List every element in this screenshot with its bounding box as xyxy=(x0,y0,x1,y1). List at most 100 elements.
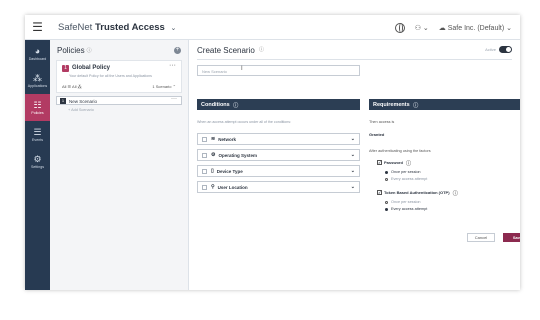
factors-label: After authenticating using the factors xyxy=(369,149,431,153)
option-label: Once per session xyxy=(391,200,421,204)
condition-device-type[interactable]: ▯ Device Type ⌄ xyxy=(197,165,360,177)
token-option-every[interactable]: Every access attempt xyxy=(385,207,427,211)
hamburger-icon[interactable]: ☰ xyxy=(25,15,50,40)
more-menu-icon[interactable]: ··· xyxy=(171,96,177,102)
chevron-down-icon[interactable]: ⌄ xyxy=(351,152,355,158)
policies-panel: Policies ⓘ + 1 Global Policy Your defaul… xyxy=(50,40,189,290)
conditions-header-text: Conditions xyxy=(201,102,230,108)
access-value[interactable]: Granted xyxy=(369,132,384,137)
factor-password[interactable]: ✓ Password ⓘ xyxy=(377,160,411,167)
global-policy-card[interactable]: 1 Global Policy Your default Policy for … xyxy=(56,60,182,93)
sidebar-item-applications[interactable]: ⁂ Applications xyxy=(25,67,50,94)
info-icon[interactable]: ⓘ xyxy=(87,47,92,54)
info-icon[interactable]: ⓘ xyxy=(413,103,418,109)
dashboard-icon: ◕ xyxy=(34,45,41,56)
password-option-once[interactable]: Once per session xyxy=(385,170,421,174)
access-label: Then access is xyxy=(369,120,395,124)
scenario-count-toggle[interactable]: 1 Scenario ⌃ xyxy=(152,84,176,89)
user-icon: ⚇ xyxy=(414,24,421,32)
active-switch[interactable]: Active xyxy=(485,46,512,53)
scenario-number-badge: 1 xyxy=(60,98,66,104)
product-switcher[interactable]: SafeNet Trusted Access ⌄ xyxy=(58,22,176,33)
checkbox[interactable] xyxy=(202,136,207,142)
radio-selected[interactable] xyxy=(385,170,388,174)
cloud-icon: ☁ xyxy=(438,24,446,32)
requirements-header-text: Requirements xyxy=(373,102,410,108)
conditions-description: When an access attempt occurs under all … xyxy=(197,120,292,124)
checkbox[interactable] xyxy=(202,152,207,158)
sidebar-item-settings[interactable]: ⚙ Settings xyxy=(25,148,50,175)
policy-number-badge: 1 xyxy=(62,65,69,72)
events-icon: ☰ xyxy=(33,126,42,137)
add-policy-button[interactable]: + xyxy=(174,46,181,54)
token-option-once[interactable]: Once per session xyxy=(385,200,421,204)
checkbox[interactable] xyxy=(202,168,207,174)
checkbox[interactable] xyxy=(202,184,207,190)
user-menu[interactable]: ⚇ ⌄ xyxy=(415,24,429,32)
policies-header: Policies ⓘ + xyxy=(50,40,188,60)
account-switcher[interactable]: ☁ Safe Inc. (Default) ⌄ xyxy=(439,24,512,32)
top-bar: ☰ SafeNet Trusted Access ⌄ ⚇ ⌄ ☁ Safe In… xyxy=(25,15,520,40)
chevron-down-icon: ⌄ xyxy=(506,24,512,32)
sidebar-item-label: Events xyxy=(32,137,43,142)
info-icon[interactable]: ⓘ xyxy=(233,103,238,109)
chevron-down-icon: ⌄ xyxy=(422,24,429,32)
page-title-text: Create Scenario xyxy=(197,46,255,55)
factor-token-otp[interactable]: ✓ Token Based Authentication (OTP) ⓘ xyxy=(377,190,458,197)
toggle-switch[interactable] xyxy=(499,46,512,53)
policy-filters[interactable]: All ☰ All ⁂ xyxy=(62,84,82,89)
condition-network[interactable]: ≋ Network ⌄ xyxy=(197,133,360,145)
brand-product: Trusted Access xyxy=(94,21,165,33)
wifi-icon: ≋ xyxy=(211,136,216,142)
condition-label: Device Type xyxy=(216,168,243,174)
location-pin-icon: ⚲ xyxy=(211,184,215,190)
brand-name: SafeNet xyxy=(58,21,93,33)
page-title: Create Scenario ⓘ xyxy=(197,46,264,55)
text-cursor-icon: I xyxy=(241,66,243,72)
sidebar-item-policies[interactable]: ☷ Policies xyxy=(25,94,50,121)
radio[interactable] xyxy=(385,200,388,204)
info-icon[interactable]: ⓘ xyxy=(406,161,411,167)
sidebar-item-events[interactable]: ☰ Events xyxy=(25,121,50,148)
radio-selected[interactable] xyxy=(385,207,388,211)
policy-description: Your default Policy for all the Users an… xyxy=(69,74,152,78)
option-label: Once per session xyxy=(391,170,421,174)
condition-label: Network xyxy=(218,136,236,142)
requirements-header: Requirements ⓘ xyxy=(369,99,520,110)
chevron-down-icon[interactable]: ⌄ xyxy=(351,136,355,142)
sidebar-item-label: Settings xyxy=(31,164,44,169)
save-button[interactable]: Save xyxy=(503,233,520,242)
scenario-title: New Scenario xyxy=(69,98,98,104)
factor-label: Token Based Authentication (OTP) xyxy=(384,190,450,195)
checkbox-checked[interactable]: ✓ xyxy=(377,160,382,166)
scenario-item-new[interactable]: 1 New Scenario ··· xyxy=(56,96,182,105)
condition-operating-system[interactable]: ⚙ Operating System ⌄ xyxy=(197,149,360,161)
scenario-name-input[interactable]: New Scenario xyxy=(197,65,360,76)
divider xyxy=(197,59,512,60)
info-icon[interactable]: ⓘ xyxy=(259,47,264,53)
more-menu-icon[interactable]: ··· xyxy=(169,62,176,69)
policy-title: Global Policy xyxy=(72,65,111,71)
option-label: Every access attempt xyxy=(391,177,428,181)
condition-label: Operating System xyxy=(218,152,257,158)
radio[interactable] xyxy=(385,177,388,181)
cancel-button[interactable]: Cancel xyxy=(467,233,495,242)
sidebar-item-label: Dashboard xyxy=(28,56,47,61)
sidebar: ◕ Dashboard ⁂ Applications ☷ Policies ☰ … xyxy=(25,40,50,290)
chevron-down-icon[interactable]: ⌄ xyxy=(351,184,355,190)
chevron-down-icon: ⌄ xyxy=(170,24,177,32)
info-icon[interactable]: ⓘ xyxy=(453,191,458,197)
condition-user-location[interactable]: ⚲ User Location ⌄ xyxy=(197,181,360,193)
chevron-down-icon[interactable]: ⌄ xyxy=(351,168,355,174)
settings-icon: ⚙ xyxy=(33,153,42,164)
add-scenario-link[interactable]: + Add Scenario xyxy=(68,108,188,112)
option-label: Every access attempt xyxy=(391,207,428,211)
top-right-tools: ⚇ ⌄ ☁ Safe Inc. (Default) ⌄ xyxy=(394,15,512,40)
checkbox-checked[interactable]: ✓ xyxy=(377,190,382,196)
conditions-header: Conditions ⓘ xyxy=(197,99,360,110)
active-label: Active xyxy=(485,47,496,52)
globe-icon[interactable] xyxy=(394,22,405,33)
sidebar-item-label: Policies xyxy=(31,110,44,115)
password-option-every[interactable]: Every access attempt xyxy=(385,177,427,181)
sidebar-item-dashboard[interactable]: ◕ Dashboard xyxy=(25,40,50,67)
